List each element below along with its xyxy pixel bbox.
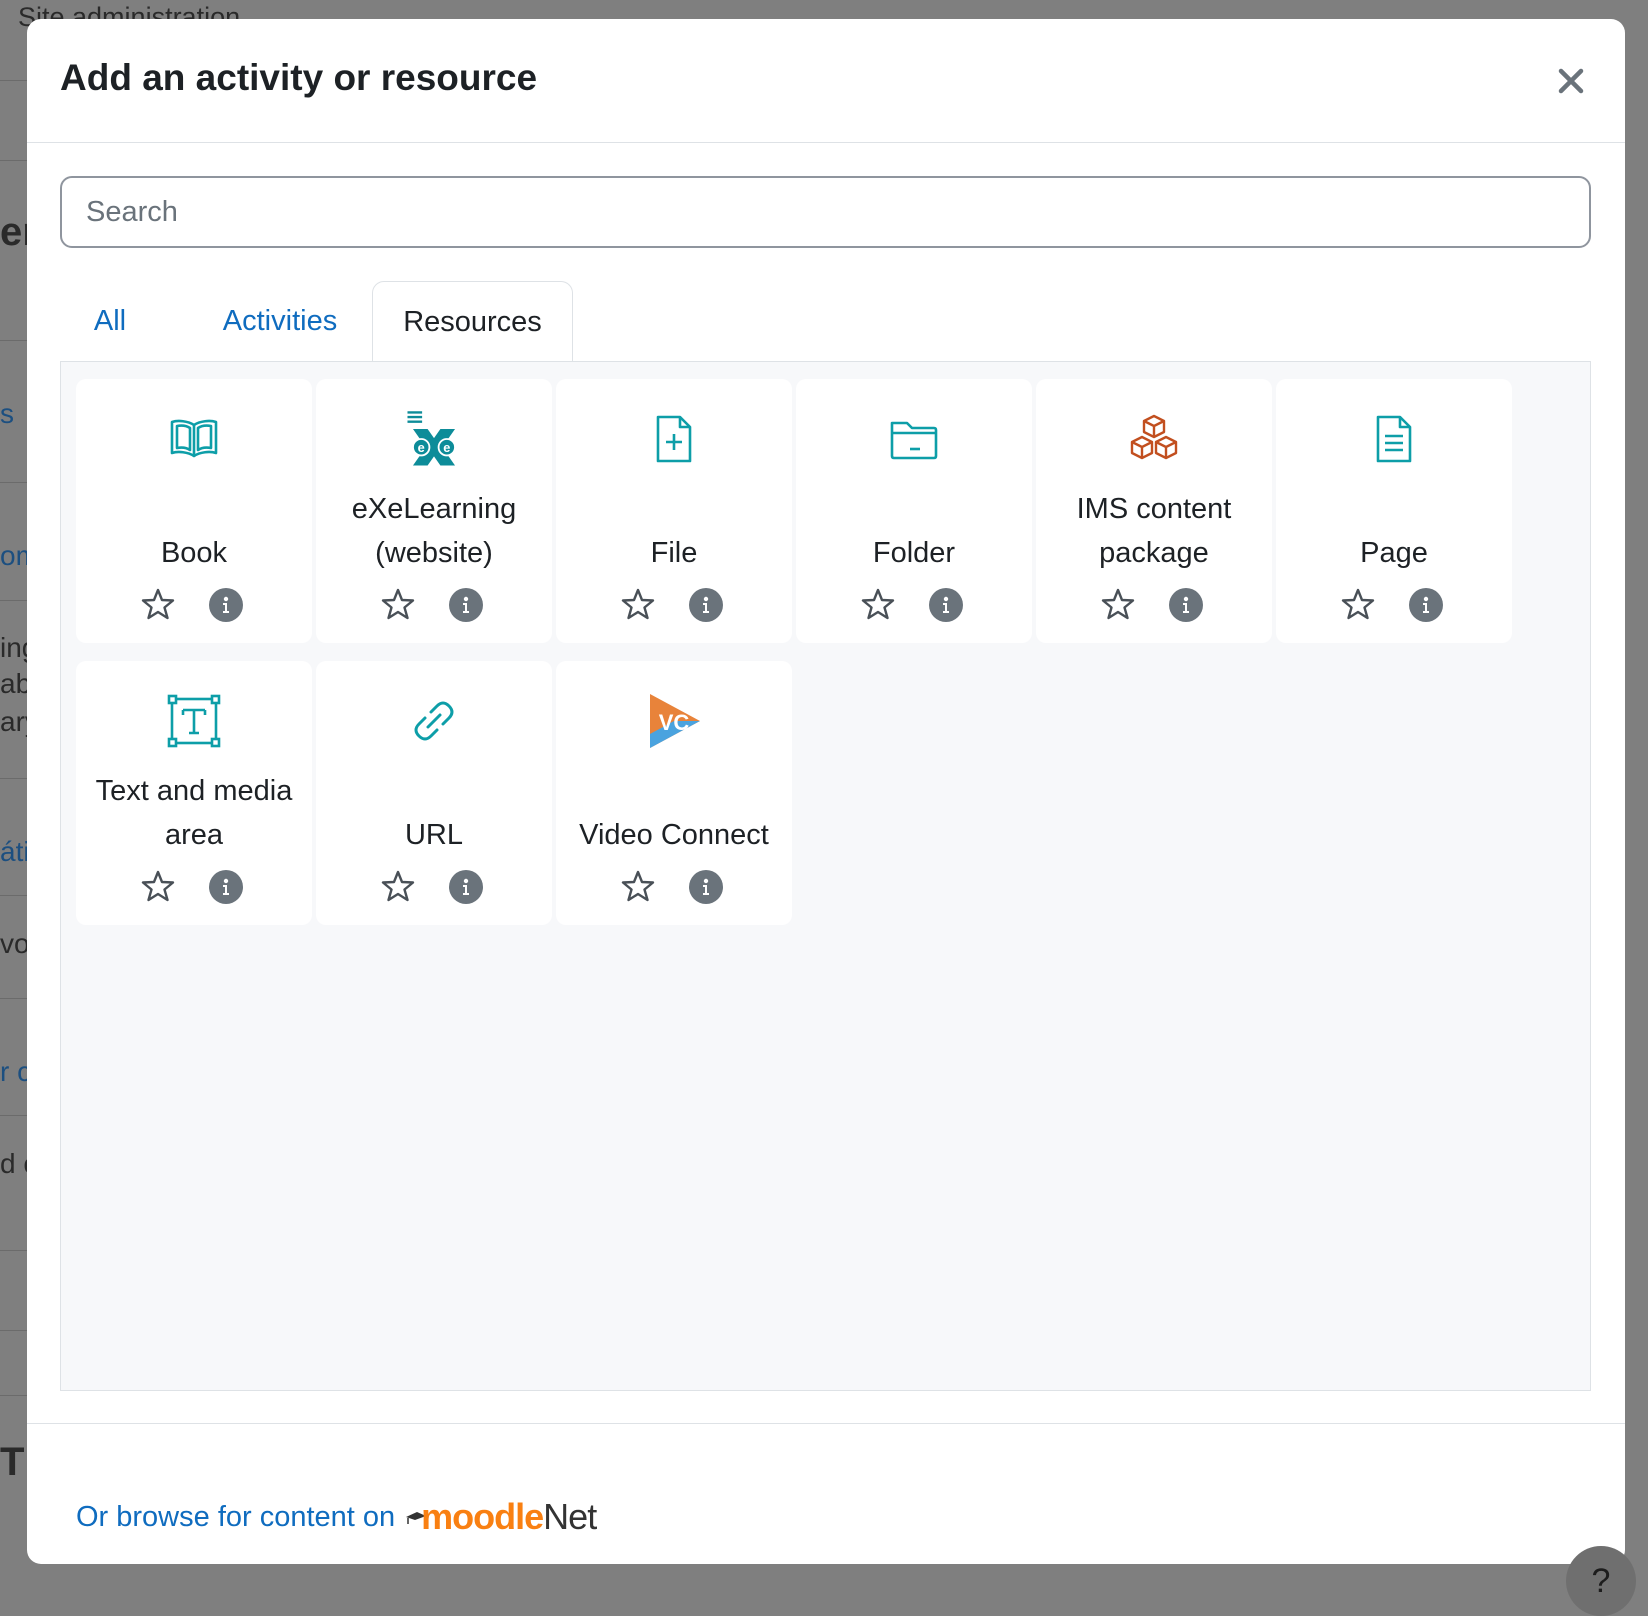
info-icon[interactable] bbox=[209, 870, 243, 904]
close-button[interactable] bbox=[1553, 63, 1589, 99]
module-name: Text and media area bbox=[95, 775, 293, 851]
bg-divider bbox=[0, 895, 30, 896]
module-card-folder[interactable]: Folder bbox=[796, 379, 1032, 643]
star-icon[interactable] bbox=[618, 866, 658, 906]
ims-package-icon bbox=[1122, 407, 1186, 471]
info-icon[interactable] bbox=[689, 870, 723, 904]
info-icon[interactable] bbox=[449, 870, 483, 904]
svg-text:VC: VC bbox=[659, 710, 690, 735]
module-name: Video Connect bbox=[579, 819, 769, 851]
bg-divider bbox=[0, 1330, 30, 1331]
folder-icon bbox=[882, 407, 946, 471]
star-icon[interactable] bbox=[378, 584, 418, 624]
star-icon[interactable] bbox=[138, 866, 178, 906]
module-card-url[interactable]: URL bbox=[316, 661, 552, 925]
module-name: URL bbox=[404, 819, 463, 851]
text-media-icon bbox=[162, 689, 226, 753]
star-icon[interactable] bbox=[138, 584, 178, 624]
tab-activities[interactable]: Activities bbox=[200, 281, 360, 361]
bg-fragment: áti bbox=[0, 836, 30, 867]
bg-divider bbox=[0, 778, 30, 779]
module-card-ims-package[interactable]: IMS content package bbox=[1036, 379, 1272, 643]
help-button[interactable]: ? bbox=[1566, 1546, 1636, 1616]
book-icon bbox=[162, 407, 226, 471]
moodlenet-logo: moodle Net bbox=[405, 1496, 597, 1538]
bg-divider bbox=[0, 1115, 30, 1116]
resource-grid: Book e e eXeLearning (website) File Fold… bbox=[60, 361, 1591, 1391]
info-icon[interactable] bbox=[209, 588, 243, 622]
star-icon[interactable] bbox=[618, 584, 658, 624]
star-icon[interactable] bbox=[858, 584, 898, 624]
modal-header: Add an activity or resource bbox=[27, 19, 1625, 143]
svg-text:e: e bbox=[418, 440, 425, 455]
module-name: IMS content package bbox=[1076, 493, 1232, 569]
module-card-text-media[interactable]: Text and media area bbox=[76, 661, 312, 925]
info-icon[interactable] bbox=[449, 588, 483, 622]
module-card-page[interactable]: Page bbox=[1276, 379, 1512, 643]
moodlenet-link-text: Or browse for content on bbox=[76, 1500, 396, 1533]
bg-divider bbox=[0, 1250, 30, 1251]
tab-all[interactable]: All bbox=[64, 281, 156, 361]
module-card-video-connect[interactable]: VC Video Connect bbox=[556, 661, 792, 925]
modal-footer: Or browse for content on moodle Net bbox=[27, 1423, 1625, 1564]
exelearning-icon: e e bbox=[402, 407, 466, 471]
star-icon[interactable] bbox=[1098, 584, 1138, 624]
module-name: File bbox=[650, 537, 698, 569]
bg-fragment: s bbox=[0, 398, 14, 429]
module-name: Folder bbox=[872, 537, 956, 569]
info-icon[interactable] bbox=[689, 588, 723, 622]
bg-divider bbox=[0, 80, 30, 81]
close-icon bbox=[1558, 68, 1584, 94]
moodlenet-link[interactable]: Or browse for content on moodle Net bbox=[76, 1496, 597, 1538]
module-card-book[interactable]: Book bbox=[76, 379, 312, 643]
page-icon bbox=[1362, 407, 1426, 471]
file-icon bbox=[642, 407, 706, 471]
info-icon[interactable] bbox=[1409, 588, 1443, 622]
svg-text:e: e bbox=[443, 440, 450, 455]
module-name: eXeLearning (website) bbox=[351, 493, 517, 569]
bg-divider bbox=[0, 482, 30, 483]
info-icon[interactable] bbox=[929, 588, 963, 622]
bg-fragment: vo bbox=[0, 928, 30, 959]
search-input[interactable] bbox=[60, 176, 1591, 248]
bg-divider bbox=[0, 340, 30, 341]
module-name: Book bbox=[160, 537, 228, 569]
tab-resources[interactable]: Resources bbox=[372, 281, 573, 362]
star-icon[interactable] bbox=[378, 866, 418, 906]
info-icon[interactable] bbox=[1169, 588, 1203, 622]
url-icon bbox=[402, 689, 466, 753]
video-connect-icon: VC bbox=[642, 689, 706, 753]
module-card-file[interactable]: File bbox=[556, 379, 792, 643]
module-card-exelearning[interactable]: e e eXeLearning (website) bbox=[316, 379, 552, 643]
bg-divider bbox=[0, 160, 30, 161]
star-icon[interactable] bbox=[1338, 584, 1378, 624]
category-tabs: All Activities Resources bbox=[60, 281, 1591, 364]
activity-chooser-modal: Add an activity or resource All Activiti… bbox=[27, 19, 1625, 1564]
module-name: Page bbox=[1360, 537, 1428, 569]
bg-divider bbox=[0, 998, 30, 999]
bg-divider bbox=[0, 600, 30, 601]
bg-divider bbox=[0, 1395, 30, 1396]
modal-title: Add an activity or resource bbox=[60, 57, 538, 98]
